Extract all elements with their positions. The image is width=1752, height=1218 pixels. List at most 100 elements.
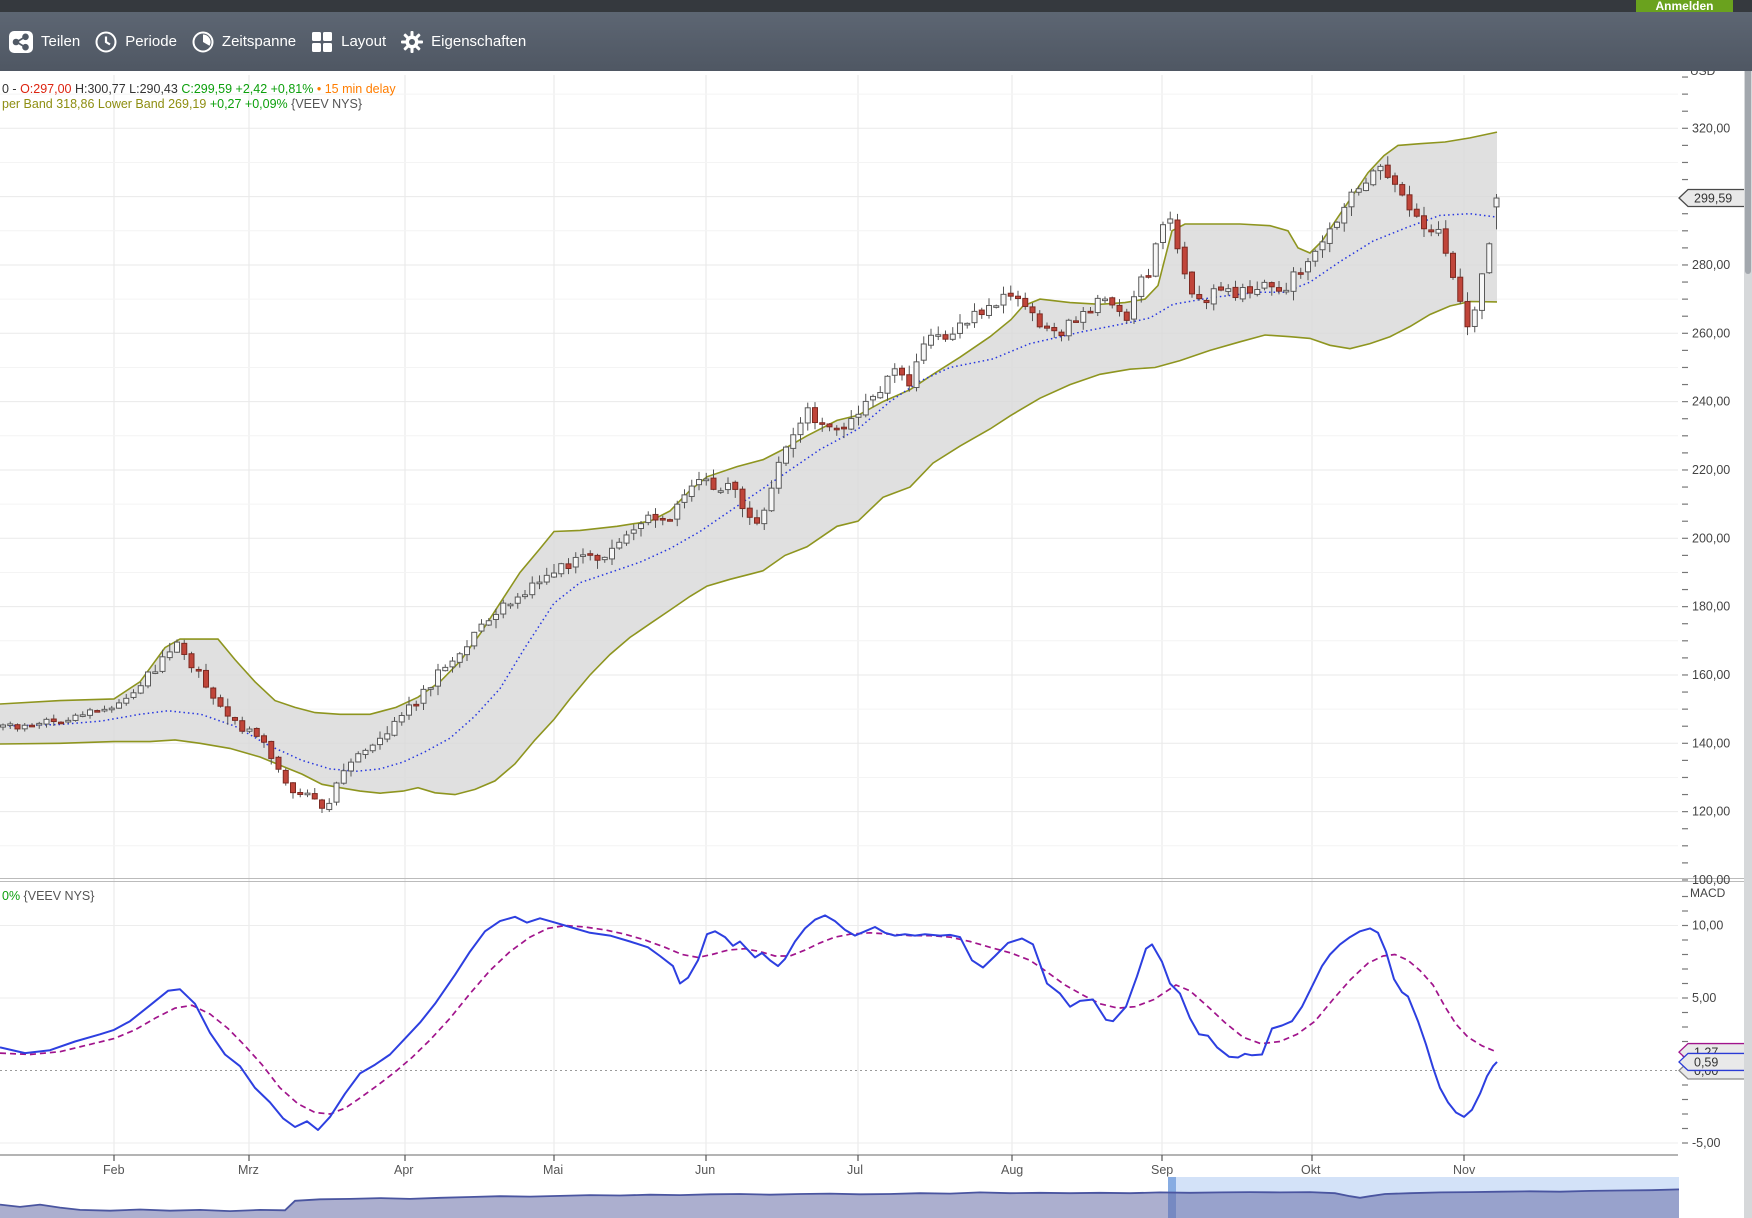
month-label: Jun [695, 1163, 715, 1177]
candle-up [472, 632, 477, 646]
gear-icon [400, 30, 424, 54]
price-axis-label: 240,00 [1692, 395, 1730, 409]
candle-up [117, 703, 122, 708]
toolbar-timespan-button[interactable]: Zeitspanne [191, 30, 296, 54]
candle-down [1277, 288, 1282, 292]
candle-down [254, 728, 259, 736]
candle-down [233, 718, 238, 721]
candle-down [30, 725, 35, 727]
candle-down [291, 783, 296, 793]
candle-up [131, 693, 136, 698]
candle-up [950, 334, 955, 339]
candle-up [544, 575, 549, 582]
candle-down [1197, 295, 1202, 299]
toolbar: Teilen Periode Zeitspanne [0, 12, 1752, 71]
candle-up [436, 670, 441, 686]
band-change-values: +0,27 +0,09% [210, 97, 291, 111]
candle-down [414, 704, 419, 706]
candle-up [385, 734, 390, 739]
candle-down [225, 707, 230, 716]
candle-up [73, 715, 78, 720]
candle-down [747, 508, 752, 517]
toolbar-share-label: Teilen [41, 33, 80, 50]
candle-up [762, 510, 767, 523]
candle-up [175, 642, 180, 652]
delay-notice: • 15 min delay [313, 82, 395, 96]
candle-up [784, 447, 789, 463]
candle-down [182, 643, 187, 654]
candle-up [1378, 166, 1383, 170]
month-label: Feb [103, 1163, 125, 1177]
candle-up [1211, 289, 1216, 304]
candle-up [399, 715, 404, 721]
candle-up [1255, 290, 1260, 295]
candle-up [1095, 298, 1100, 312]
candle-down [312, 794, 317, 799]
candle-up [443, 667, 448, 670]
month-label: Apr [394, 1163, 413, 1177]
chart-application: FebMrzAprMaiJunJulAugSepOktNov320,00300,… [0, 0, 1752, 1218]
candle-down [1219, 287, 1224, 290]
candle-up [80, 715, 85, 717]
candle-down [820, 423, 825, 425]
candle-up [914, 362, 919, 388]
price-axis-label: 280,00 [1692, 258, 1730, 272]
chart-canvas[interactable]: FebMrzAprMaiJunJulAugSepOktNov320,00300,… [0, 0, 1752, 1218]
candle-up [958, 323, 963, 333]
candle-up [1284, 290, 1289, 292]
candle-up [776, 462, 781, 488]
candle-down [1204, 300, 1209, 302]
candle-up [573, 557, 578, 567]
candle-up [617, 542, 622, 548]
price-axis-label: 320,00 [1692, 121, 1730, 135]
candle-down [196, 669, 201, 671]
candle-up [1472, 310, 1477, 326]
candle-up [1, 725, 6, 727]
candle-up [1313, 251, 1318, 261]
instrument-symbol: {VEEV NYS} [291, 97, 362, 111]
candle-up [138, 686, 143, 693]
month-label: Okt [1301, 1163, 1321, 1177]
candle-down [218, 698, 223, 707]
candle-down [204, 670, 209, 687]
price-open-value: O:297,00 [20, 82, 71, 96]
candle-down [842, 427, 847, 429]
month-label: Jul [847, 1163, 863, 1177]
login-button[interactable]: Anmelden [1636, 0, 1733, 12]
candle-up [675, 504, 680, 519]
toolbar-period-button[interactable]: Periode [94, 30, 177, 54]
candle-down [283, 770, 288, 783]
candle-down [276, 757, 281, 769]
vertical-scrollbar[interactable] [1744, 0, 1752, 1218]
candle-down [1465, 302, 1470, 327]
candle-down [1407, 195, 1412, 210]
candle-down [1248, 287, 1253, 293]
candle-up [457, 654, 462, 663]
price-axis-label: 180,00 [1692, 600, 1730, 614]
macd-value-badge-2-text: 0,59 [1694, 1055, 1718, 1069]
clock-filled-icon [191, 30, 215, 54]
macd-axis-caption: MACD [1690, 886, 1725, 900]
candle-down [95, 711, 100, 713]
candle-up [479, 624, 484, 631]
month-label: Mai [543, 1163, 563, 1177]
candle-up [1132, 297, 1137, 319]
toolbar-properties-button[interactable]: Eigenschaften [400, 30, 526, 54]
candle-up [726, 483, 731, 489]
candle-up [523, 595, 528, 597]
toolbar-share-button[interactable]: Teilen [8, 30, 80, 54]
bollinger-band-values: per Band 318,86 Lower Band 269,19 [2, 97, 210, 111]
candle-down [1182, 247, 1187, 274]
candle-up [428, 688, 433, 690]
candle-down [653, 514, 658, 520]
candle-up [1291, 272, 1296, 291]
toolbar-period-label: Periode [125, 33, 177, 50]
candle-up [1480, 274, 1485, 311]
candle-down [907, 375, 912, 386]
price-axis-label: 220,00 [1692, 463, 1730, 477]
candle-up [1371, 171, 1376, 185]
toolbar-layout-button[interactable]: Layout [310, 30, 386, 54]
candle-down [51, 719, 56, 721]
candle-up [805, 408, 810, 423]
candle-up [697, 480, 702, 485]
